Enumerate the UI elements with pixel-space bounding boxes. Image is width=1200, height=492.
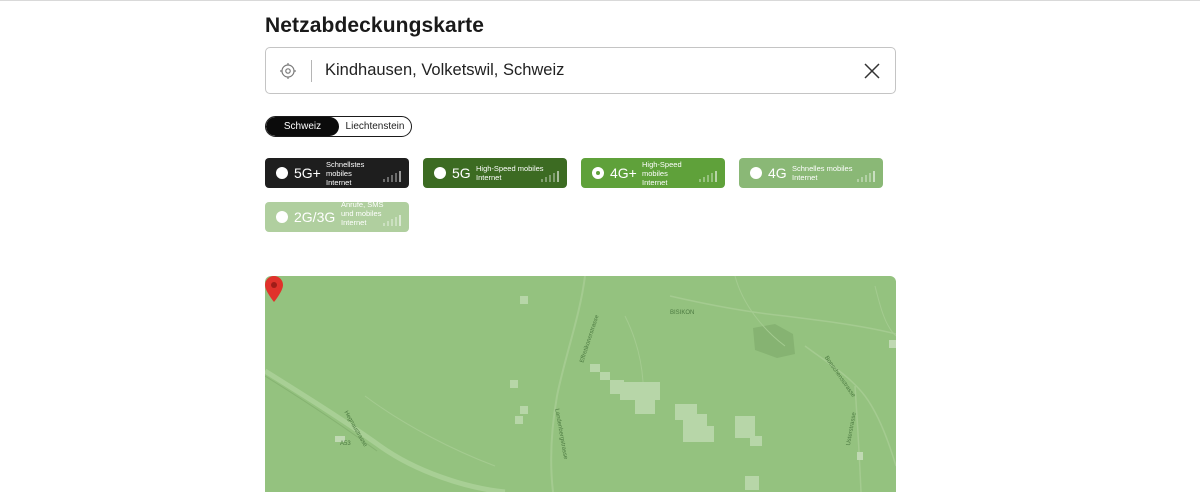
filter-desc: Anrufe, SMS und mobiles Internet bbox=[341, 200, 384, 227]
close-icon[interactable] bbox=[863, 62, 881, 80]
page-title: Netzabdeckungskarte bbox=[265, 14, 484, 37]
signal-icon bbox=[857, 171, 875, 182]
search-input[interactable]: Kindhausen, Volketswil, Schweiz bbox=[325, 61, 564, 80]
address-search-field[interactable]: Kindhausen, Volketswil, Schweiz bbox=[265, 47, 896, 94]
signal-icon bbox=[383, 215, 401, 226]
search-divider bbox=[311, 60, 312, 82]
radio-icon bbox=[276, 167, 288, 179]
filter-tech-label: 5G+ bbox=[294, 165, 321, 181]
top-divider bbox=[0, 0, 1200, 1]
filter-2g-3g[interactable]: 2G/3G Anrufe, SMS und mobiles Internet bbox=[265, 200, 409, 232]
filter-4g-plus[interactable]: 4G+ High-Speed mobiles Internet bbox=[581, 158, 725, 188]
filter-5g[interactable]: 5G High-Speed mobiles Internet bbox=[423, 158, 567, 188]
signal-icon bbox=[383, 171, 401, 182]
map-canvas bbox=[265, 276, 896, 492]
country-toggle: Schweiz Liechtenstein bbox=[265, 116, 412, 137]
signal-icon bbox=[541, 171, 559, 182]
filter-tech-label: 2G/3G bbox=[294, 209, 336, 225]
map-label-route: A53 bbox=[340, 441, 351, 447]
coverage-map[interactable]: BISIKON Effretikonerstrasse Landenbergst… bbox=[265, 276, 896, 492]
filter-tech-label: 5G bbox=[452, 165, 471, 181]
filter-5g-plus[interactable]: 5G+ Schnellstes mobiles Internet bbox=[265, 158, 409, 188]
filter-desc: Schnelles mobiles Internet bbox=[792, 164, 853, 182]
filter-desc: High-Speed mobiles Internet bbox=[476, 164, 544, 182]
radio-icon bbox=[750, 167, 762, 179]
filter-desc: High-Speed mobiles Internet bbox=[642, 160, 682, 187]
signal-icon bbox=[699, 171, 717, 182]
map-label-bisikon: BISIKON bbox=[670, 310, 695, 316]
radio-icon bbox=[276, 211, 288, 223]
toggle-option-schweiz[interactable]: Schweiz bbox=[266, 117, 339, 136]
radio-icon bbox=[434, 167, 446, 179]
location-pin-icon[interactable] bbox=[265, 276, 283, 302]
filter-desc: Schnellstes mobiles Internet bbox=[326, 160, 365, 187]
filter-4g[interactable]: 4G Schnelles mobiles Internet bbox=[739, 158, 883, 188]
locate-icon[interactable] bbox=[280, 63, 296, 79]
radio-selected-icon bbox=[592, 167, 604, 179]
filter-tech-label: 4G bbox=[768, 165, 787, 181]
filter-tech-label: 4G+ bbox=[610, 165, 637, 181]
forest-area bbox=[753, 324, 795, 358]
toggle-option-liechtenstein[interactable]: Liechtenstein bbox=[339, 117, 411, 136]
